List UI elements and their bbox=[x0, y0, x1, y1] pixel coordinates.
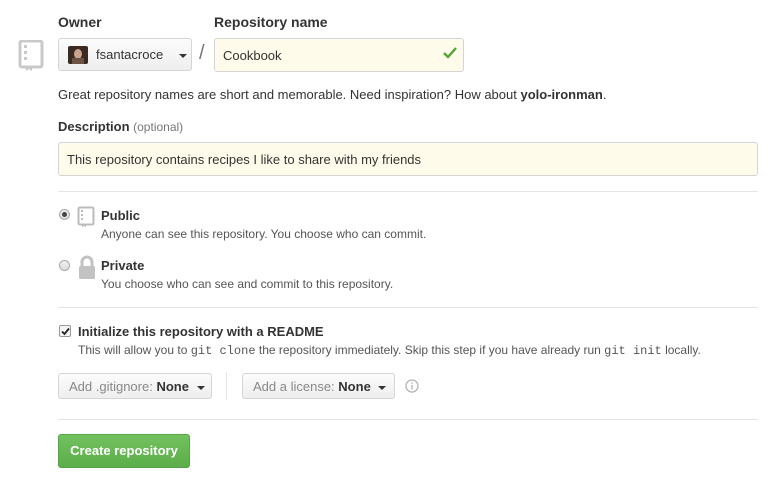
owner-label: Owner bbox=[58, 14, 102, 30]
repo-name-input[interactable] bbox=[214, 38, 464, 72]
checkbox-check-icon bbox=[61, 327, 70, 336]
license-prefix: Add a license: bbox=[253, 379, 335, 394]
license-dropdown[interactable]: Add a license: None bbox=[242, 373, 395, 399]
gitignore-dropdown[interactable]: Add .gitignore: None bbox=[58, 373, 212, 399]
public-title[interactable]: Public bbox=[101, 208, 140, 223]
public-desc: Anyone can see this repository. You choo… bbox=[101, 227, 427, 241]
divider bbox=[58, 419, 758, 420]
chevron-down-icon bbox=[193, 379, 205, 394]
create-repository-button[interactable]: Create repository bbox=[58, 434, 190, 468]
public-radio[interactable] bbox=[59, 209, 70, 220]
owner-separator: / bbox=[199, 42, 205, 64]
description-label: Description bbox=[58, 119, 130, 134]
divider bbox=[58, 191, 758, 192]
readme-desc-part: This will allow you to bbox=[78, 343, 191, 357]
private-radio[interactable] bbox=[59, 260, 70, 271]
code-git-init: git init bbox=[604, 344, 662, 358]
readme-checkbox[interactable] bbox=[59, 325, 71, 337]
private-title[interactable]: Private bbox=[101, 258, 144, 273]
name-hint-end: . bbox=[602, 87, 607, 102]
gitignore-prefix: Add .gitignore: bbox=[69, 379, 153, 394]
divider bbox=[58, 307, 758, 308]
name-hint: Great repository names are short and mem… bbox=[58, 87, 606, 102]
info-icon[interactable] bbox=[405, 379, 419, 393]
divider-vertical bbox=[226, 372, 227, 400]
readme-desc-part: the repository immediately. Skip this st… bbox=[255, 343, 605, 357]
code-git-clone: git clone bbox=[190, 344, 256, 358]
repo-public-icon bbox=[77, 206, 95, 227]
description-label-row: Description (optional) bbox=[58, 119, 183, 134]
lock-icon bbox=[79, 255, 95, 279]
owner-value: fsantacroce bbox=[96, 47, 164, 62]
gitignore-value: None bbox=[156, 379, 189, 394]
chevron-down-icon bbox=[374, 379, 387, 394]
check-icon bbox=[443, 47, 457, 59]
repo-book-icon bbox=[18, 40, 44, 71]
owner-dropdown[interactable]: fsantacroce bbox=[58, 38, 192, 71]
repo-name-label: Repository name bbox=[214, 14, 328, 30]
readme-title[interactable]: Initialize this repository with a README bbox=[78, 324, 324, 339]
chevron-down-icon bbox=[175, 47, 187, 62]
name-suggestion[interactable]: yolo-ironman bbox=[520, 87, 602, 102]
description-optional: (optional) bbox=[133, 120, 184, 134]
name-hint-text: Great repository names are short and mem… bbox=[58, 87, 521, 102]
description-input[interactable] bbox=[58, 142, 758, 176]
readme-desc: This will allow you to git clone the rep… bbox=[78, 343, 701, 358]
readme-desc-part: locally. bbox=[661, 343, 701, 357]
avatar bbox=[68, 46, 88, 64]
license-value: None bbox=[338, 379, 371, 394]
private-desc: You choose who can see and commit to thi… bbox=[101, 277, 394, 291]
